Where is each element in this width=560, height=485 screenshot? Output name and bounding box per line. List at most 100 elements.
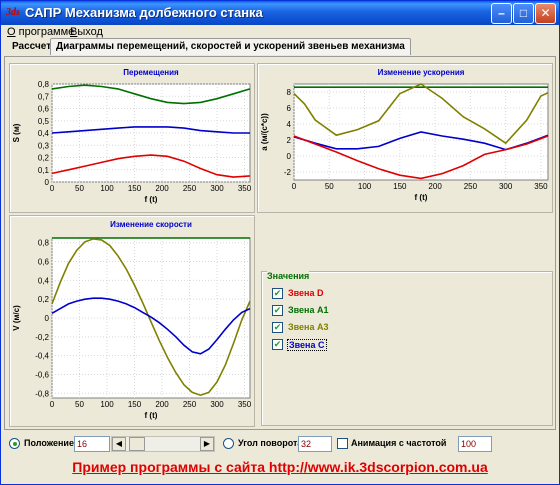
- y-tick-label: 0,8: [38, 239, 50, 248]
- x-tick-label: 300: [210, 400, 224, 409]
- chart-title: Изменение ускорения: [378, 68, 465, 77]
- diagrams-panel: Перемещения 0 50 100 150 200 250 300 350 0 0,1 0,2 0…: [4, 56, 556, 430]
- y-tick-label: 4: [287, 120, 292, 129]
- y-tick-label: 0,5: [38, 117, 50, 126]
- x-tick-label: 350: [534, 182, 548, 191]
- x-tick-label: 200: [155, 400, 169, 409]
- y-axis-label: a (м/(с*с)): [260, 113, 269, 151]
- checkbox-link-c[interactable]: ✔: [272, 339, 283, 350]
- x-tick-label: 250: [183, 400, 197, 409]
- y-tick-label: 0,4: [38, 129, 50, 138]
- x-tick-label: 250: [464, 182, 478, 191]
- angle-label: Угол поворота: [238, 438, 303, 448]
- checkbox-link-a1[interactable]: ✔: [272, 305, 283, 316]
- y-tick-label: -0,4: [35, 352, 49, 361]
- y-tick-label: 0,6: [38, 105, 50, 114]
- label-link-a3: Звена A3: [288, 322, 329, 332]
- y-tick-label: 0,6: [38, 258, 50, 267]
- y-tick-label: -0,6: [35, 370, 49, 379]
- velocity-chart: Изменение скорости 0 50 100 150 200 250 300 350 -…: [9, 215, 255, 427]
- angle-radio[interactable]: [223, 438, 234, 449]
- scroll-left-button[interactable]: ◀: [112, 437, 126, 451]
- x-tick-label: 0: [50, 400, 55, 409]
- values-group-title: Значения: [267, 271, 310, 281]
- animation-checkbox[interactable]: [337, 438, 348, 449]
- label-link-c: Звена C: [287, 339, 327, 351]
- x-axis-label: f (t): [415, 193, 428, 202]
- acceleration-chart: Изменение ускорения 0 50 100 150 200 250 300 350…: [257, 63, 553, 213]
- y-tick-label: 0,4: [38, 276, 50, 285]
- tab-calculation[interactable]: Рассчет: [7, 39, 56, 56]
- y-tick-label: 0,1: [38, 166, 50, 175]
- chart-svg: Изменение ускорения 0 50 100 150 200 250 300 350…: [260, 68, 549, 202]
- displacement-chart: Перемещения 0 50 100 150 200 250 300 350 0 0,1 0,2 0…: [9, 63, 255, 213]
- x-tick-label: 200: [428, 182, 442, 191]
- animation-label: Анимация с частотой: [351, 438, 447, 448]
- values-group: Значения ✔ Звена D ✔ Звена A1 ✔ Звена A3…: [261, 271, 553, 426]
- x-tick-label: 150: [393, 182, 407, 191]
- window-title: САПР Механизма долбежного станка: [25, 5, 263, 20]
- title-bar[interactable]: 3ds САПР Механизма долбежного станка – □…: [1, 1, 559, 25]
- chart-title: Перемещения: [123, 68, 179, 77]
- x-tick-label: 50: [325, 182, 334, 191]
- y-tick-label: 0,2: [38, 154, 50, 163]
- checkbox-link-a3[interactable]: ✔: [272, 322, 283, 333]
- tab-diagrams[interactable]: Диаграммы перемещений, скоростей и ускор…: [50, 38, 411, 55]
- close-button[interactable]: ✕: [535, 3, 556, 24]
- x-tick-label: 0: [292, 182, 297, 191]
- footer-link[interactable]: Пример программы с сайта http://www.ik.3…: [1, 459, 559, 481]
- scroll-right-button[interactable]: ▶: [200, 437, 214, 451]
- x-tick-label: 350: [238, 184, 252, 193]
- y-tick-label: -0,8: [35, 389, 49, 398]
- x-tick-label: 100: [358, 182, 372, 191]
- y-tick-label: 8: [287, 88, 292, 97]
- y-tick-label: 0,8: [38, 80, 50, 89]
- y-tick-label: 0,3: [38, 141, 50, 150]
- y-axis-label: V (м/с): [12, 305, 21, 331]
- y-tick-label: -2: [284, 168, 292, 177]
- label-link-a1: Звена A1: [288, 305, 329, 315]
- label-link-d: Звена D: [288, 288, 324, 298]
- y-tick-label: -0,2: [35, 333, 49, 342]
- radio-selected-dot: [13, 442, 17, 446]
- x-tick-label: 150: [128, 184, 142, 193]
- menu-about[interactable]: О программе: [7, 26, 74, 38]
- y-tick-label: 6: [287, 104, 292, 113]
- maximize-button[interactable]: □: [513, 3, 534, 24]
- control-bar: Положение 16 ◀ ▶ Угол поворота 32 Анимац…: [4, 435, 556, 453]
- angle-field[interactable]: 32: [298, 436, 332, 452]
- position-scrollbar[interactable]: ◀ ▶: [111, 436, 215, 452]
- x-tick-label: 50: [75, 400, 84, 409]
- x-tick-label: 200: [155, 184, 169, 193]
- x-tick-label: 0: [50, 184, 55, 193]
- menu-exit[interactable]: Выход: [70, 26, 103, 38]
- app-logo-icon: 3ds: [6, 7, 20, 18]
- x-tick-label: 100: [100, 184, 114, 193]
- y-tick-label: 0,2: [38, 295, 50, 304]
- chart-svg: Изменение скорости 0 50 100 150 200 250 300 350 -…: [12, 220, 252, 420]
- x-axis-label: f (t): [145, 195, 158, 204]
- y-axis-label: S (м): [12, 123, 21, 142]
- y-tick-label: 2: [287, 136, 292, 145]
- x-tick-label: 300: [210, 184, 224, 193]
- x-tick-label: 100: [100, 400, 114, 409]
- x-tick-label: 50: [75, 184, 84, 193]
- y-tick-label: 0: [287, 152, 292, 161]
- x-axis-label: f (t): [145, 411, 158, 420]
- tab-strip: Рассчет Диаграммы перемещений, скоростей…: [4, 38, 556, 56]
- position-label: Положение: [24, 438, 74, 448]
- y-tick-label: 0: [45, 314, 50, 323]
- animation-field[interactable]: 100: [458, 436, 492, 452]
- minimize-button[interactable]: –: [491, 3, 512, 24]
- checkbox-link-d[interactable]: ✔: [272, 288, 283, 299]
- x-tick-label: 150: [128, 400, 142, 409]
- position-radio[interactable]: [9, 438, 20, 449]
- y-tick-label: 0,7: [38, 92, 50, 101]
- x-tick-label: 250: [183, 184, 197, 193]
- x-tick-label: 300: [499, 182, 513, 191]
- menu-bar: О программе Выход: [3, 25, 557, 39]
- scroll-thumb[interactable]: [129, 437, 145, 451]
- app-window: 3ds САПР Механизма долбежного станка – □…: [0, 0, 560, 485]
- position-field[interactable]: 16: [74, 436, 110, 452]
- chart-title: Изменение скорости: [110, 220, 192, 229]
